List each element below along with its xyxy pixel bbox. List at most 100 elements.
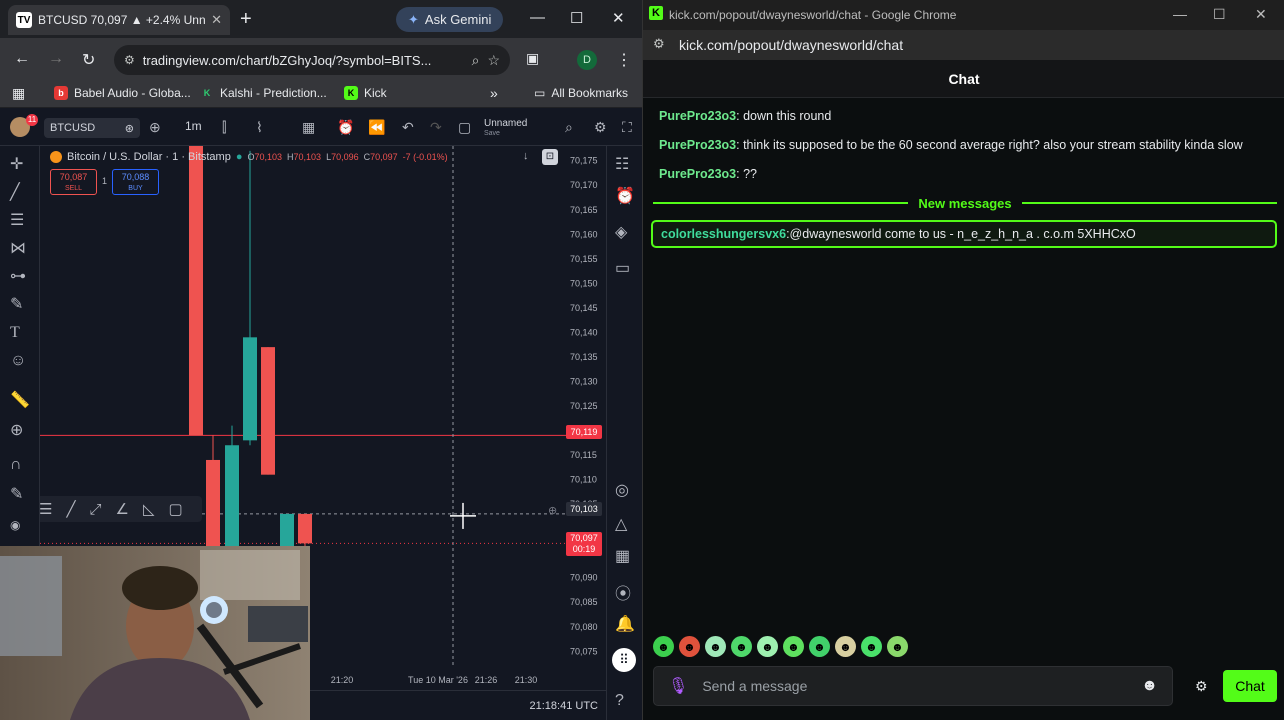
layout-name[interactable]: Unnamed Save	[484, 119, 527, 139]
forward-arrow-icon[interactable]: →	[48, 50, 64, 68]
sell-button[interactable]: 70,087 SELL	[50, 169, 97, 195]
download-icon[interactable]: ↓	[523, 150, 529, 162]
forecast-icon[interactable]: ⊶	[10, 266, 26, 286]
chat-icon[interactable]: ▭	[615, 258, 630, 278]
add-alert-plus-icon[interactable]: ⊕	[548, 504, 557, 517]
layers-icon[interactable]: ◈	[615, 222, 627, 242]
ruler-icon[interactable]: 📏	[10, 390, 30, 410]
ray-tool-icon[interactable]: ╱	[66, 500, 75, 518]
popup-address-bar[interactable]: ⚙ kick.com/popout/dwaynesworld/chat	[643, 30, 1284, 60]
send-chat-button[interactable]: Chat	[1223, 670, 1277, 702]
bookmark-kick[interactable]: K Kick	[344, 86, 387, 100]
chat-username[interactable]: PurePro23o3	[659, 167, 736, 181]
angle-tool-icon[interactable]: ∠	[116, 500, 129, 518]
maximize-icon[interactable]: ☐	[1213, 6, 1226, 23]
url-text: tradingview.com/chart/bZGhyJoq/?symbol=B…	[142, 52, 432, 68]
crosshair-icon[interactable]: ✛	[10, 154, 23, 174]
chat-username[interactable]: PurePro23o3	[659, 109, 736, 123]
horizontal-line-tool-icon[interactable]: ☰	[40, 500, 52, 518]
compare-add-icon[interactable]: ⊕	[149, 119, 161, 136]
emote-icon[interactable]: ☻	[731, 636, 752, 657]
profile-avatar[interactable]: D	[577, 50, 597, 70]
fullscreen-icon[interactable]: ⛶	[622, 119, 632, 136]
emote-icon[interactable]: ☻	[835, 636, 856, 657]
reading-mode-icon[interactable]: ▣	[526, 50, 539, 67]
bell-icon[interactable]: 🔔	[615, 614, 635, 634]
bookmark-babel[interactable]: b Babel Audio - Globa...	[54, 86, 191, 100]
trendline-icon[interactable]: ╱	[10, 182, 20, 202]
chat-settings-icon[interactable]: ⚙	[1195, 678, 1208, 695]
close-window-icon[interactable]: ✕	[1255, 6, 1267, 23]
extended-line-tool-icon[interactable]: ⤢	[89, 501, 101, 518]
indicators-icon[interactable]: ⌇	[256, 119, 263, 136]
utc-clock[interactable]: 21:18:41 UTC	[530, 700, 598, 712]
chat-username[interactable]: colorlesshungersvx6	[661, 227, 786, 241]
frame-tool-icon[interactable]: ▢	[169, 500, 183, 518]
target-icon[interactable]: ◎	[615, 480, 629, 500]
search-icon[interactable]: ⌕	[565, 119, 573, 136]
apps-grid-icon[interactable]: ▦	[12, 85, 25, 102]
magnet-icon[interactable]: ∩	[10, 456, 22, 474]
emoji-icon[interactable]: ☺	[10, 352, 26, 370]
candle-style-icon[interactable]: ⫿	[222, 119, 226, 136]
pattern-icon[interactable]: ⋈	[10, 238, 26, 258]
tab-btcusd[interactable]: TV BTCUSD 70,097 ▲ +2.4% Unna ✕	[8, 5, 230, 35]
zoom-icon[interactable]: ⌕	[472, 52, 480, 69]
bookmark-kalshi[interactable]: K Kalshi - Prediction...	[200, 86, 327, 100]
emote-icon[interactable]: ☻	[783, 636, 804, 657]
lock-drawings-icon[interactable]: ✎	[10, 484, 23, 504]
redo-icon[interactable]: ↷	[430, 119, 442, 136]
chat-input[interactable]: 🎙 Send a message ☻	[653, 666, 1173, 706]
apps-dots-icon[interactable]: ⠿	[612, 648, 636, 672]
new-tab-button[interactable]: +	[240, 8, 252, 31]
alarm-clock-icon[interactable]: ⏰	[615, 186, 635, 206]
fib-icon[interactable]: ☰	[10, 210, 24, 230]
replay-icon[interactable]: ⏪	[368, 119, 385, 136]
fullscreen-select-icon[interactable]: ▢	[458, 119, 471, 136]
broadcast-icon[interactable]: ⦿	[615, 580, 631, 604]
bookmark-star-icon[interactable]: ☆	[487, 52, 500, 69]
text-tool-icon[interactable]: T	[10, 324, 20, 342]
help-icon[interactable]: ?	[615, 692, 624, 710]
emote-icon[interactable]: ☻	[679, 636, 700, 657]
layout-grid-icon[interactable]: ▦	[302, 119, 315, 136]
alert-icon[interactable]: ⏰	[337, 119, 354, 136]
pyramid-icon[interactable]: △	[615, 514, 627, 534]
back-arrow-icon[interactable]: ←	[14, 50, 30, 68]
maximize-icon[interactable]: ☐	[570, 9, 583, 27]
close-tab-icon[interactable]: ✕	[211, 12, 222, 28]
chat-message: PurePro23o3: ??	[659, 167, 757, 181]
menu-dots-icon[interactable]: ⋮	[616, 50, 632, 70]
site-info-icon[interactable]: ⚙	[653, 36, 665, 52]
reload-icon[interactable]: ↻	[82, 50, 95, 70]
emote-icon[interactable]: ☻	[809, 636, 830, 657]
microphone-icon[interactable]: 🎙	[668, 676, 688, 696]
emote-icon[interactable]: ☻	[861, 636, 882, 657]
buy-button[interactable]: 70,088 BUY	[112, 169, 159, 195]
calendar-icon[interactable]: ▦	[615, 546, 630, 566]
ask-gemini-button[interactable]: ✦ Ask Gemini	[396, 7, 504, 32]
symbol-search[interactable]: BTCUSD ⊛	[44, 118, 140, 138]
all-bookmarks[interactable]: ▭ All Bookmarks	[534, 86, 628, 100]
emote-icon[interactable]: ☻	[757, 636, 778, 657]
rectangle-tool-icon[interactable]: ◺	[143, 500, 155, 518]
watchlist-icon[interactable]: ☷	[615, 154, 629, 174]
chat-username[interactable]: PurePro23o3	[659, 138, 736, 152]
emoji-picker-icon[interactable]: ☻	[1141, 677, 1158, 695]
hide-icon[interactable]: ◉	[10, 518, 20, 532]
brush-icon[interactable]: ✎	[10, 294, 23, 314]
site-info-icon[interactable]: ⚙	[124, 53, 135, 67]
emote-icon[interactable]: ☻	[705, 636, 726, 657]
undo-icon[interactable]: ↶	[402, 119, 414, 136]
emote-icon[interactable]: ☻	[653, 636, 674, 657]
minimize-icon[interactable]: —	[530, 9, 545, 26]
address-bar[interactable]: ⚙ tradingview.com/chart/bZGhyJoq/?symbol…	[114, 45, 510, 75]
more-bookmarks-icon[interactable]: »	[490, 85, 498, 101]
zoom-in-icon[interactable]: ⊕	[10, 420, 23, 440]
emote-icon[interactable]: ☻	[887, 636, 908, 657]
interval-selector[interactable]: 1m	[185, 119, 202, 133]
close-window-icon[interactable]: ✕	[612, 9, 625, 27]
settings-gear-icon[interactable]: ⚙	[594, 119, 607, 136]
screenshot-icon[interactable]: ⊡	[542, 149, 558, 165]
minimize-icon[interactable]: —	[1173, 6, 1187, 22]
